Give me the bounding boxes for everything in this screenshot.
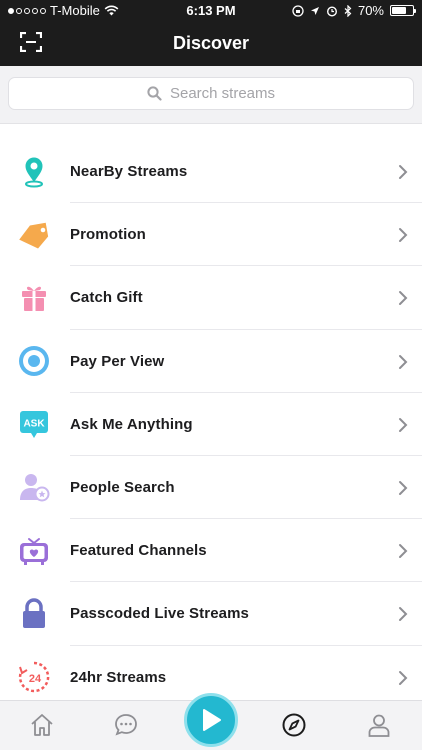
search-placeholder: Search streams bbox=[169, 85, 276, 102]
person-search-icon bbox=[17, 470, 51, 504]
chevron-right-icon bbox=[399, 354, 408, 369]
menu-item-people-search[interactable]: People Search bbox=[0, 456, 422, 520]
menu-item-promotion[interactable]: Promotion bbox=[0, 203, 422, 267]
menu-item-label: 24hr Streams bbox=[70, 668, 167, 686]
chevron-right-icon bbox=[399, 670, 408, 685]
profile-icon[interactable] bbox=[366, 712, 392, 738]
chevron-right-icon bbox=[399, 544, 408, 559]
top-bar: T-Mobile 6:13 PM 70% Discover bbox=[0, 0, 422, 66]
discover-menu: NearBy Streams Promotion Catch Gift Pay … bbox=[0, 140, 422, 709]
menu-item-label: Catch Gift bbox=[70, 289, 143, 307]
menu-item-label: Promotion bbox=[70, 226, 146, 244]
chat-icon[interactable] bbox=[113, 712, 139, 738]
compass-icon[interactable] bbox=[281, 712, 307, 738]
menu-item-label: Featured Channels bbox=[70, 542, 207, 560]
bluetooth-icon bbox=[344, 4, 352, 17]
menu-item-pay-per-view[interactable]: Pay Per View bbox=[0, 330, 422, 393]
location-arrow-icon bbox=[310, 6, 319, 15]
24hr-icon: 24 bbox=[17, 660, 51, 694]
menu-item-label: NearBy Streams bbox=[70, 163, 188, 181]
go-live-button[interactable] bbox=[184, 693, 238, 747]
search-section: Search streams bbox=[0, 66, 422, 124]
rotation-lock-icon bbox=[292, 4, 304, 17]
menu-item-label: People Search bbox=[70, 479, 175, 497]
menu-item-label: Ask Me Anything bbox=[70, 415, 193, 433]
status-bar: T-Mobile 6:13 PM 70% bbox=[0, 0, 422, 22]
ask-bubble-icon: ASK bbox=[17, 407, 51, 441]
24hr-badge-text: 24 bbox=[29, 673, 42, 685]
lock-icon bbox=[17, 596, 51, 630]
status-right: 70% bbox=[292, 3, 416, 18]
chevron-right-icon bbox=[399, 165, 408, 179]
gift-icon bbox=[17, 280, 51, 314]
menu-item-featured-channels[interactable]: Featured Channels bbox=[0, 519, 422, 583]
menu-item-label: Pay Per View bbox=[70, 352, 165, 370]
home-icon[interactable] bbox=[29, 712, 55, 738]
tag-icon bbox=[17, 217, 51, 251]
chevron-right-icon bbox=[399, 291, 408, 306]
tv-heart-icon bbox=[17, 533, 51, 567]
svg-text:ASK: ASK bbox=[23, 418, 45, 429]
menu-item-nearby-streams[interactable]: NearBy Streams bbox=[0, 140, 422, 204]
menu-item-catch-gift[interactable]: Catch Gift bbox=[0, 266, 422, 330]
search-input[interactable]: Search streams bbox=[8, 77, 414, 110]
chevron-right-icon bbox=[399, 480, 408, 495]
alarm-icon bbox=[326, 5, 337, 17]
search-icon bbox=[147, 86, 162, 101]
page-title: Discover bbox=[172, 33, 250, 53]
battery-icon bbox=[390, 5, 416, 16]
battery-percent: 70% bbox=[357, 3, 384, 18]
play-icon bbox=[203, 709, 221, 731]
menu-item-passcoded-live-streams[interactable]: Passcoded Live Streams bbox=[0, 582, 422, 646]
target-icon bbox=[17, 344, 51, 378]
menu-item-ask-me-anything[interactable]: ASK Ask Me Anything bbox=[0, 393, 422, 456]
location-pin-icon bbox=[17, 154, 51, 188]
menu-item-label: Passcoded Live Streams bbox=[70, 605, 249, 623]
chevron-right-icon bbox=[399, 417, 408, 432]
chevron-right-icon bbox=[399, 607, 408, 622]
chevron-right-icon bbox=[399, 228, 408, 243]
